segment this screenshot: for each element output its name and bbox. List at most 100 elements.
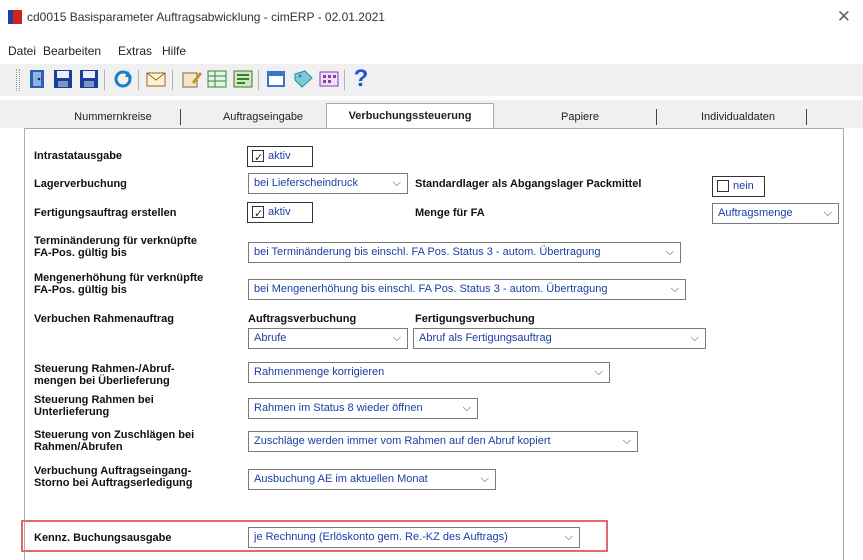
kennz-value: je Rechnung (Erlöskonto gem. Re.-KZ des …: [254, 531, 508, 543]
lagerverbuchung-value: bei Lieferscheindruck: [254, 177, 358, 189]
toolbar-separator: [138, 70, 139, 90]
chevron-down-icon: ⌵: [594, 366, 603, 378]
menu-extras[interactable]: Extras: [118, 44, 152, 58]
exit-icon[interactable]: [26, 68, 48, 90]
menu-datei[interactable]: Datei: [8, 44, 36, 58]
tags-icon[interactable]: [292, 68, 314, 90]
storno-value: Ausbuchung AE im aktuellen Monat: [254, 473, 428, 485]
intrastat-label: Intrastatausgabe: [34, 150, 123, 162]
toolbar: ?: [0, 64, 863, 96]
fertigungsauftrag-label: Fertigungsauftrag erstellen: [34, 207, 177, 219]
grid-icon[interactable]: [318, 68, 340, 90]
toolbar-separator: [344, 70, 345, 90]
storno-select[interactable]: Ausbuchung AE im aktuellen Monat ⌵: [248, 469, 496, 490]
mengen-value: bei Mengenerhöhung bis einschl. FA Pos. …: [254, 283, 608, 295]
tab-papiere[interactable]: Papiere: [505, 106, 655, 128]
ueberlieferung-value: Rahmenmenge korrigieren: [254, 366, 385, 378]
app-icon: [8, 10, 22, 24]
fertigungsauftrag-value: aktiv: [268, 206, 291, 218]
zuschlag-label-line1: Steuerung von Zuschlägen bei: [34, 429, 195, 441]
termin-select[interactable]: bei Terminänderung bis einschl. FA Pos. …: [248, 242, 681, 263]
unterlieferung-select[interactable]: Rahmen im Status 8 wieder öffnen ⌵: [248, 398, 478, 419]
standardlager-checkbox[interactable]: nein: [712, 176, 765, 197]
chevron-down-icon: ⌵: [564, 531, 573, 543]
window-icon[interactable]: [266, 68, 288, 90]
storno-label-line2: Storno bei Auftragserledigung: [34, 477, 193, 489]
zuschlag-label-line2: Rahmen/Abrufen: [34, 441, 123, 453]
fertigungsverbuchung-value: Abruf als Fertigungsauftrag: [419, 332, 552, 344]
window-title: cd0015 Basisparameter Auftragsabwicklung…: [27, 10, 385, 24]
checkbox-icon: [252, 205, 264, 224]
standardlager-label: Standardlager als Abgangslager Packmitte…: [415, 178, 642, 190]
termin-value: bei Terminänderung bis einschl. FA Pos. …: [254, 246, 601, 258]
save-all-icon[interactable]: [78, 68, 100, 90]
fertigungsauftrag-checkbox[interactable]: aktiv: [247, 202, 313, 224]
tab-individualdaten[interactable]: Individualdaten: [668, 106, 808, 128]
save-icon[interactable]: [52, 68, 74, 90]
chevron-down-icon: ⌵: [480, 473, 489, 485]
menge-fa-label: Menge für FA: [415, 207, 485, 219]
termin-label-line1: Terminänderung für verknüpfte: [34, 235, 197, 247]
zuschlag-select[interactable]: Zuschläge werden immer vom Rahmen auf de…: [248, 431, 638, 452]
intrastat-checkbox[interactable]: aktiv: [247, 146, 313, 168]
help-icon[interactable]: ?: [350, 67, 372, 91]
mengen-label-line1: Mengenerhöhung für verknüpfte: [34, 272, 204, 284]
toolbar-separator: [172, 70, 173, 90]
fertigungsverbuchung-select[interactable]: Abruf als Fertigungsauftrag ⌵: [413, 328, 706, 349]
menge-fa-value: Auftragsmenge: [718, 207, 793, 219]
chevron-down-icon: ⌵: [462, 402, 471, 414]
unterlieferung-label-line2: Unterlieferung: [34, 406, 110, 418]
unterlieferung-value: Rahmen im Status 8 wieder öffnen: [254, 402, 423, 414]
table-icon[interactable]: [206, 68, 228, 90]
title-bar: cd0015 Basisparameter Auftragsabwicklung…: [0, 0, 863, 34]
tab-verbuchungssteuerung[interactable]: Verbuchungssteuerung: [326, 103, 494, 129]
kennz-select[interactable]: je Rechnung (Erlöskonto gem. Re.-KZ des …: [248, 527, 580, 548]
auftragsverbuchung-label: Auftragsverbuchung: [248, 313, 357, 325]
unterlieferung-label-line1: Steuerung Rahmen bei: [34, 394, 154, 406]
menu-hilfe[interactable]: Hilfe: [162, 44, 186, 58]
list-icon[interactable]: [232, 68, 254, 90]
refresh-icon[interactable]: [112, 68, 134, 90]
checkbox-icon: [252, 149, 264, 168]
auftragsverbuchung-select[interactable]: Abrufe ⌵: [248, 328, 408, 349]
menu-bar: Datei Bearbeiten Extras Hilfe: [0, 40, 863, 60]
fertigungsverbuchung-label: Fertigungsverbuchung: [415, 313, 535, 325]
checkbox-icon: [717, 180, 729, 192]
auftragsverbuchung-value: Abrufe: [254, 332, 287, 344]
tab-separator: [180, 109, 181, 125]
menge-fa-select[interactable]: Auftragsmenge ⌵: [712, 203, 839, 224]
close-icon[interactable]: ✕: [837, 7, 851, 27]
intrastat-value: aktiv: [268, 150, 291, 162]
tab-separator: [656, 109, 657, 125]
chevron-down-icon: ⌵: [622, 435, 631, 447]
ueberlieferung-label-line1: Steuerung Rahmen-/Abruf-: [34, 363, 175, 375]
tab-auftragseingabe[interactable]: Auftragseingabe: [198, 106, 328, 128]
edit-icon[interactable]: [180, 68, 202, 90]
chevron-down-icon: ⌵: [392, 332, 401, 344]
toolbar-grip[interactable]: [16, 69, 20, 91]
ueberlieferung-select[interactable]: Rahmenmenge korrigieren ⌵: [248, 362, 610, 383]
chevron-down-icon: ⌵: [823, 207, 832, 219]
zuschlag-value: Zuschläge werden immer vom Rahmen auf de…: [254, 435, 551, 447]
tab-separator: [806, 109, 807, 125]
kennz-label: Kennz. Buchungsausgabe: [34, 532, 172, 544]
chevron-down-icon: ⌵: [690, 332, 699, 344]
lagerverbuchung-label: Lagerverbuchung: [34, 178, 127, 190]
mengen-label-line2: FA-Pos. gültig bis: [34, 284, 127, 296]
mail-icon[interactable]: [145, 68, 167, 90]
tab-nummernkreise[interactable]: Nummernkreise: [52, 106, 174, 128]
ueberlieferung-label-line2: mengen bei Überlieferung: [34, 375, 170, 387]
chevron-down-icon: ⌵: [392, 177, 401, 189]
toolbar-separator: [258, 70, 259, 90]
chevron-down-icon: ⌵: [670, 283, 679, 295]
chevron-down-icon: ⌵: [665, 246, 674, 258]
rahmen-label: Verbuchen Rahmenauftrag: [34, 313, 174, 325]
tab-strip: Nummernkreise Auftragseingabe Verbuchung…: [0, 100, 863, 129]
standardlager-value: nein: [733, 180, 754, 192]
termin-label-line2: FA-Pos. gültig bis: [34, 247, 127, 259]
menu-bearbeiten[interactable]: Bearbeiten: [43, 44, 101, 58]
toolbar-separator: [104, 70, 105, 90]
mengen-select[interactable]: bei Mengenerhöhung bis einschl. FA Pos. …: [248, 279, 686, 300]
storno-label-line1: Verbuchung Auftragseingang-: [34, 465, 192, 477]
lagerverbuchung-select[interactable]: bei Lieferscheindruck ⌵: [248, 173, 408, 194]
